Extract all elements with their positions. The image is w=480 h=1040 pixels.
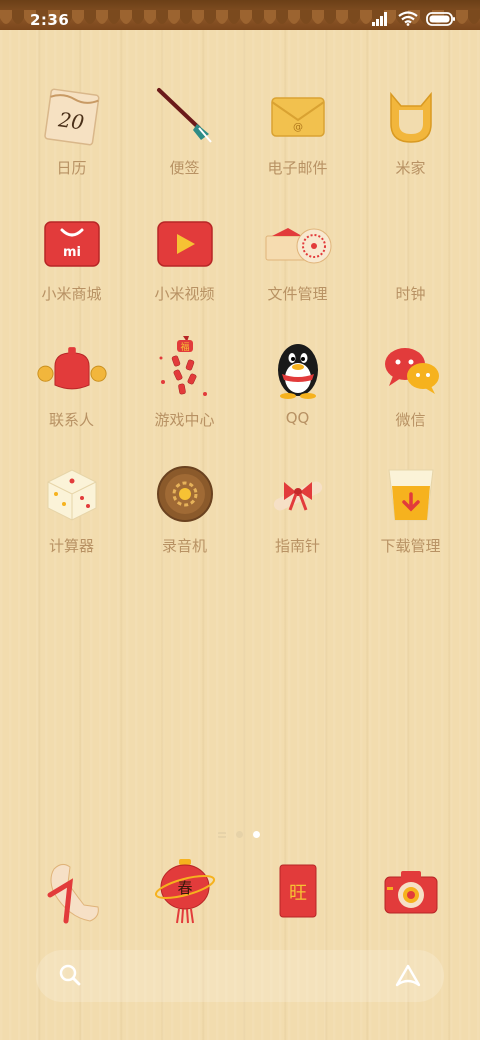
page-dot-active[interactable] [253,831,260,838]
app-downloads[interactable]: 下载管理 [354,458,467,568]
app-label: 时钟 [395,285,426,303]
svg-text:@: @ [293,122,303,133]
app-label: 小米视频 [154,285,215,303]
app-calculator[interactable]: 计算器 [15,458,128,568]
status-bar: 2:36 [0,0,480,38]
dock: 春 旺 [0,855,480,935]
app-file-manager[interactable]: 文件管理 [241,206,354,316]
search-icon[interactable] [58,963,84,993]
app-label: 文件管理 [267,285,328,303]
app-list-indicator[interactable] [218,831,226,838]
red-envelope-icon: 旺 [262,855,334,927]
dock-red-envelope[interactable]: 旺 [241,855,354,935]
camera-icon [375,855,447,927]
app-mi-video[interactable]: 小米视频 [128,206,241,316]
app-notes[interactable]: 便签 [128,80,241,190]
app-clock[interactable]: 时钟 [354,206,467,316]
scroll-bow-icon [262,458,334,530]
app-label: 小米商城 [41,285,102,303]
wechat-bubbles-icon [375,332,447,404]
qq-penguin-icon [262,332,334,404]
app-game-center[interactable]: 福 游戏中心 [128,332,241,442]
app-wechat[interactable]: 微信 [354,332,467,442]
glass-download-icon [375,458,447,530]
firecracker-icon: 福 [149,332,221,404]
status-icons [372,11,456,30]
app-label: 微信 [395,411,426,429]
video-play-icon [149,206,221,278]
clock-icon [375,206,447,278]
signal-icon [372,11,390,30]
svg-text:mi: mi [62,245,80,260]
dice-icon [36,458,108,530]
app-compass[interactable]: 指南针 [241,458,354,568]
app-label: 便签 [169,159,200,177]
svg-text:20: 20 [56,107,86,134]
app-label: 米家 [395,159,426,177]
calendar-icon: 20 [36,80,108,152]
copper-coin-icon [149,458,221,530]
app-contacts[interactable]: 联系人 [15,332,128,442]
app-label: 录音机 [161,537,207,555]
app-label: 联系人 [48,411,94,429]
app-mi-home[interactable]: 米家 [354,80,467,190]
dock-phone[interactable] [15,855,128,935]
app-label: 游戏中心 [154,411,215,429]
app-label: 电子邮件 [267,159,328,177]
brush-notes-icon [149,80,221,152]
assistant-icon[interactable] [394,963,422,993]
app-label: 下载管理 [380,537,441,555]
app-calendar[interactable]: 20 日历 [15,80,128,190]
wifi-icon [398,11,418,30]
svg-text:福: 福 [180,341,189,353]
phone-scroll-icon [36,855,108,927]
app-qq[interactable]: QQ [241,332,354,442]
app-recorder[interactable]: 录音机 [128,458,241,568]
app-label: QQ [285,409,310,427]
status-time: 2:36 [30,11,70,29]
app-label: 指南针 [274,537,320,555]
app-mi-store[interactable]: mi 小米商城 [15,206,128,316]
app-label: 日历 [56,159,87,177]
battery-icon [426,11,456,30]
page-dot[interactable] [236,831,243,838]
lantern-browser-icon: 春 [149,855,221,927]
app-email[interactable]: @ 电子邮件 [241,80,354,190]
app-label: 计算器 [48,537,94,555]
svg-text:春: 春 [177,879,192,897]
search-bar[interactable] [36,950,444,1002]
dock-browser[interactable]: 春 [128,855,241,935]
shopping-bag-icon: mi [36,206,108,278]
file-fan-icon [262,206,334,278]
dock-camera[interactable] [354,855,467,935]
svg-text:旺: 旺 [289,883,307,904]
page-indicator [218,831,260,838]
envelope-icon: @ [262,80,334,152]
mi-home-icon [375,80,447,152]
contacts-drum-icon [36,332,108,404]
